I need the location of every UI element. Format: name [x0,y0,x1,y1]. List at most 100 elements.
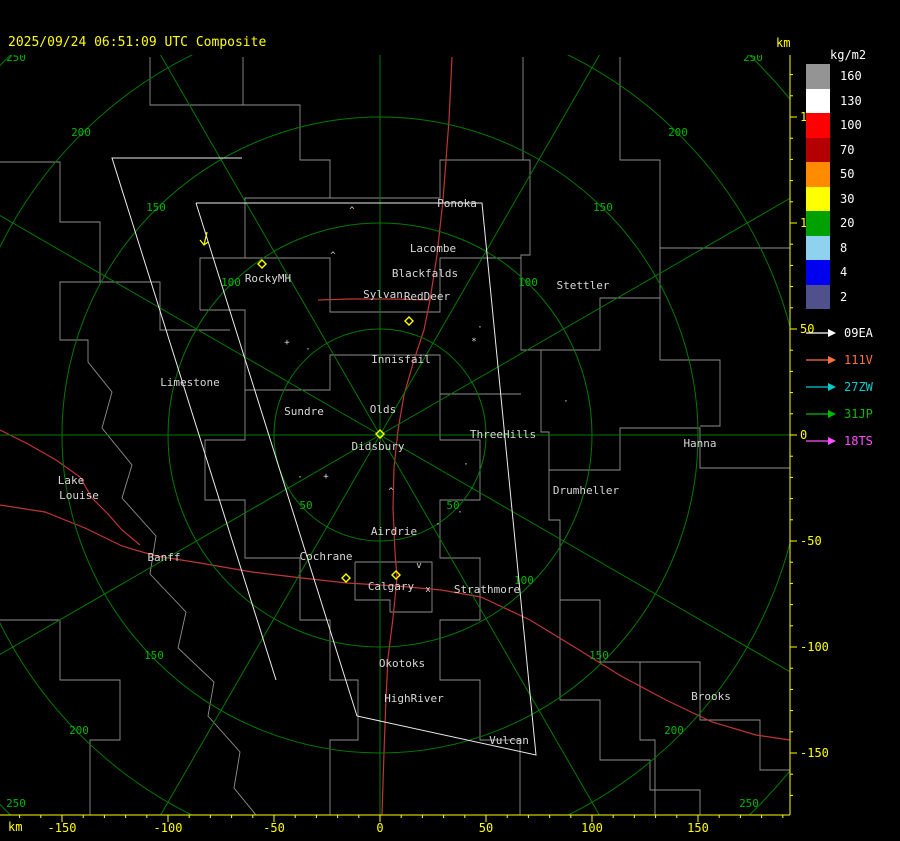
colorbar-value: 70 [840,142,855,157]
legend-entry: 111V [806,346,873,373]
bottom-axis-label: 100 [581,821,603,835]
colorbar-entry: 160 [806,64,862,89]
radar-arrow-icon [806,409,836,418]
colorbar-swatch [806,88,830,113]
colorbar: 160 130 100 70 50 30 20 8 4 2 [806,64,862,309]
town-marker: * [471,337,476,347]
radar-map[interactable]: 1001502002501001502002505015020025050100… [0,0,900,841]
city-label: Okotoks [379,657,425,670]
colorbar-entry: 30 [806,186,862,211]
colorbar-swatch [806,284,830,309]
colorbar-entry: 8 [806,235,862,260]
colorbar-entry: 2 [806,284,862,309]
town-marker: ^ [330,251,336,261]
range-ring-label: 150 [146,201,166,214]
city-label: Lacombe [410,242,456,255]
colorbar-value: 160 [840,69,862,84]
town-marker: · [463,460,468,470]
bottom-axis-label: -100 [154,821,183,835]
city-label: Olds [370,403,397,416]
city-label: Louise [59,489,99,502]
city-label: RedDeer [404,290,451,303]
city-label: Ponoka [437,197,477,210]
colorbar-value: 100 [840,118,862,133]
city-label: Didsbury [352,440,405,453]
range-ring-label: 100 [221,276,241,289]
town-marker: ^ [388,487,394,497]
colorbar-swatch [806,113,830,138]
map-background [0,0,900,841]
legend-entry: 18TS [806,427,873,454]
range-ring-label: 250 [6,797,26,810]
range-ring-label: 200 [664,724,684,737]
city-label: Vulcan [489,734,529,747]
radar-arrow-icon [806,328,836,337]
legend-label: 111V [844,352,873,367]
city-label: Limestone [160,376,220,389]
radar-arrow-icon [806,436,836,445]
colorbar-swatch [806,186,830,211]
town-marker: · [477,323,482,333]
city-label: Hanna [683,437,716,450]
colorbar-swatch [806,162,830,187]
range-ring-label: 200 [71,126,91,139]
radar-arrow-icon [806,382,836,391]
colorbar-swatch [806,211,830,236]
colorbar-entry: 20 [806,211,862,236]
range-ring-label: 100 [518,276,538,289]
city-label: Strathmore [454,583,520,596]
bottom-axis-label: 150 [687,821,709,835]
colorbar-swatch [806,64,830,89]
city-label: Brooks [691,690,731,703]
city-label: Sundre [284,405,324,418]
bottom-axis-unit-label: km [8,820,23,834]
town-marker: + [284,338,290,348]
range-ring-label: 200 [69,724,89,737]
city-label: HighRiver [384,692,444,705]
legend-label: 31JP [844,406,873,421]
colorbar-value: 20 [840,216,855,231]
city-label: RockyMH [245,272,291,285]
town-marker: v [416,561,421,571]
colorbar-value: 2 [840,289,848,304]
right-axis-unit-label: km [776,36,791,50]
city-label: Blackfalds [392,267,458,280]
colorbar-entry: 100 [806,113,862,138]
legend-label: 27ZW [844,379,873,394]
range-ring-label: 150 [589,649,609,662]
city-label: Stettler [557,279,610,292]
radar-arrow-icon [806,355,836,364]
city-label: Sylvan [363,288,403,301]
right-axis-label: -50 [800,534,822,548]
radar-legend: 09EA 111V 27ZW 31JP 18TS [806,319,873,454]
bottom-axis-label: -150 [48,821,77,835]
town-marker: · [457,508,462,518]
right-axis-label: -100 [800,640,829,654]
range-ring-label: 200 [668,126,688,139]
range-ring-label: 250 [739,797,759,810]
legend-label: 09EA [844,325,873,340]
colorbar-value: 50 [840,167,855,182]
bottom-axis-label: 0 [376,821,383,835]
town-marker: x [425,585,431,595]
bottom-axis-label: -50 [263,821,285,835]
city-label: ThreeHills [470,428,536,441]
legend-label: 18TS [844,433,873,448]
city-label: Banff [147,551,180,564]
city-label: Lake [58,474,85,487]
city-label: Calgary [368,580,415,593]
legend-entry: 09EA [806,319,873,346]
city-label: Airdrie [371,525,417,538]
range-ring-label: 150 [593,201,613,214]
app-root: { "title": "Single_Scan_VIL", "header": … [0,0,900,841]
colorbar-value: 30 [840,191,855,206]
colorbar-swatch [806,137,830,162]
town-marker: + [323,472,329,482]
town-marker: · [305,345,310,355]
colorbar-swatch [806,235,830,260]
colorbar-swatch [806,260,830,285]
colorbar-entry: 50 [806,162,862,187]
colorbar-unit-label: kg/m2 [830,48,867,62]
range-ring-label: 50 [299,499,312,512]
right-axis-label: -150 [800,746,829,760]
